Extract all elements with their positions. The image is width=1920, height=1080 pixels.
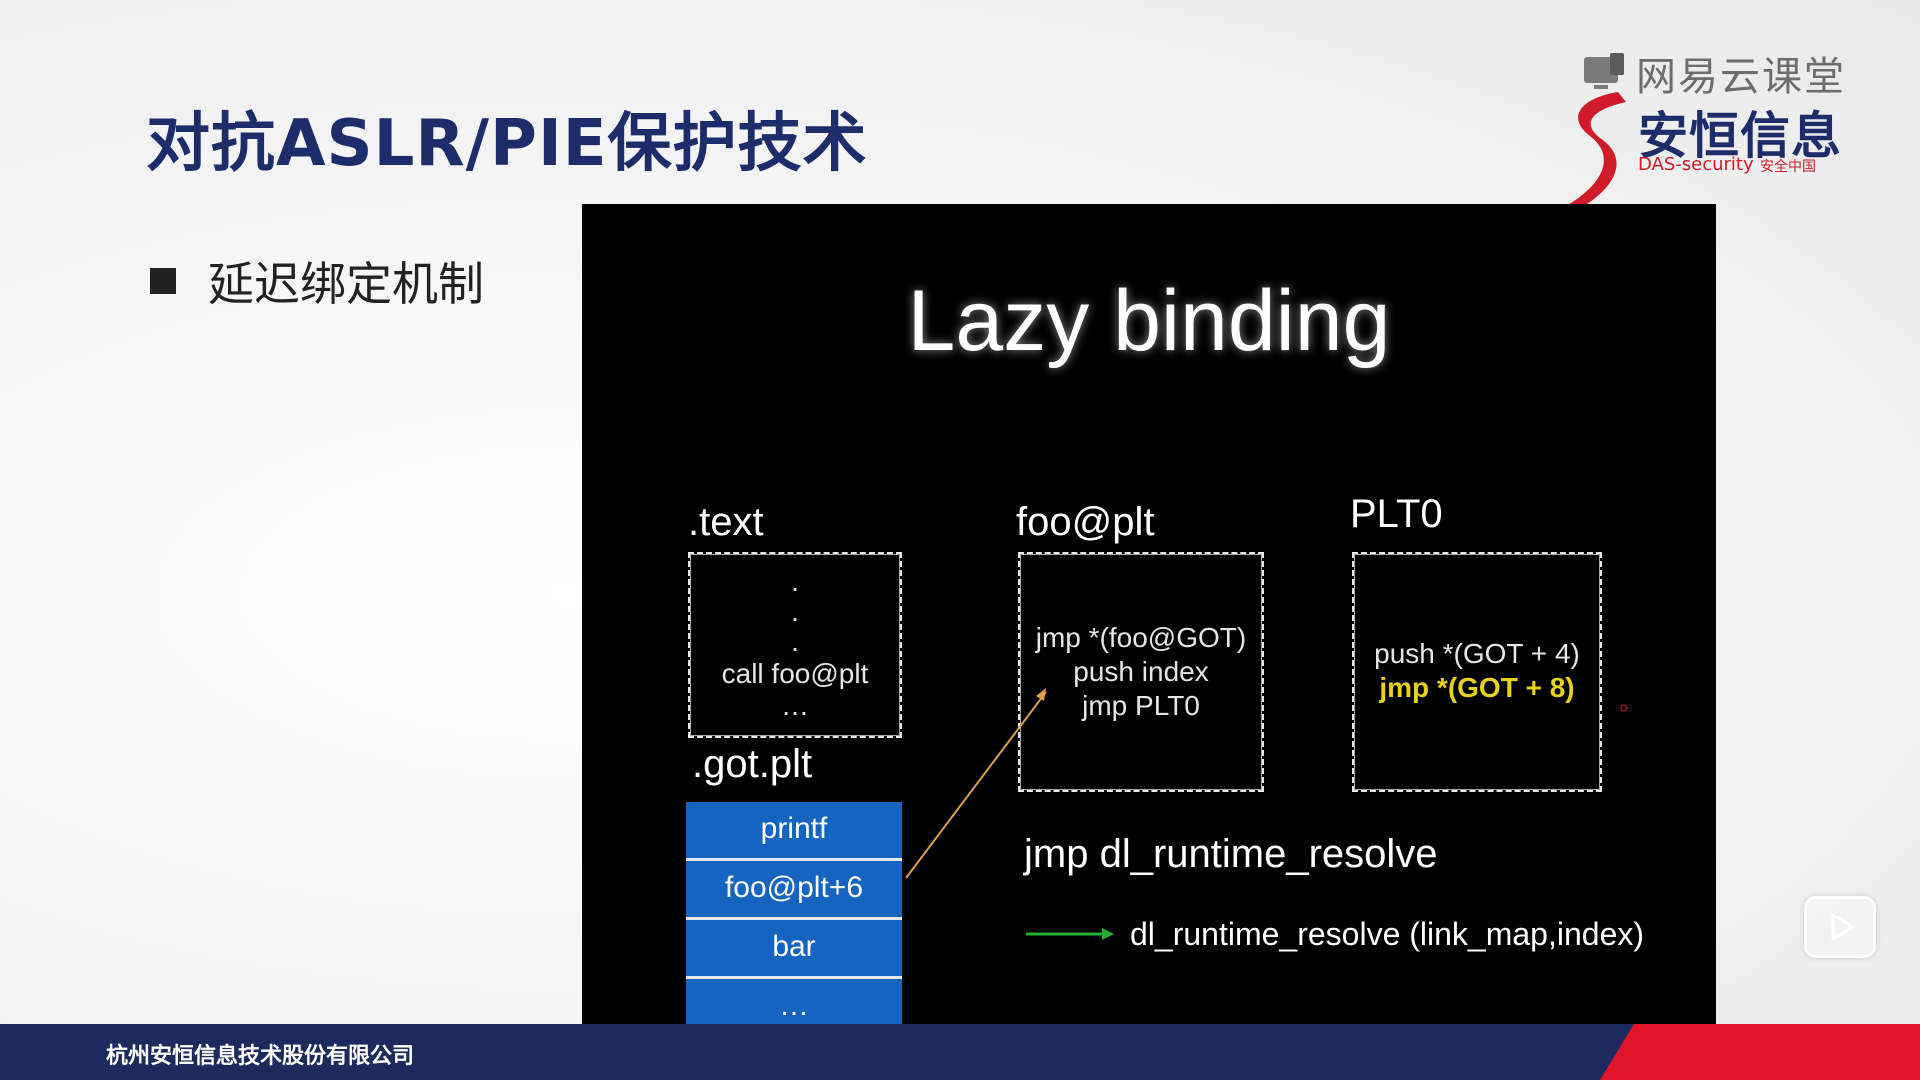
brand-sub-cn: 安全中国 bbox=[1760, 159, 1816, 175]
resolve-call-text: dl_runtime_resolve (link_map,index) bbox=[1130, 916, 1645, 952]
page-title: 对抗ASLR/PIE保护技术 bbox=[146, 107, 868, 181]
arrows-layer bbox=[905, 688, 1628, 940]
play-icon bbox=[1831, 913, 1855, 941]
footer-company: 杭州安恒信息技术股份有限公司 bbox=[106, 1044, 415, 1069]
logo: 网易云课堂 安恒信息 DAS-security 安全中国 bbox=[1560, 44, 1890, 212]
footer-accent bbox=[1600, 1024, 1920, 1080]
platform-name: 网易云课堂 bbox=[1636, 54, 1846, 100]
embedded-slide: Lazy binding .text . . . call foo@plt … … bbox=[582, 204, 1716, 1024]
play-button[interactable] bbox=[1804, 896, 1876, 958]
brand-sub-en: DAS-security bbox=[1638, 154, 1754, 175]
footer-bar: 杭州安恒信息技术股份有限公司 bbox=[0, 1024, 1920, 1080]
bullet-item: 延迟绑定机制 bbox=[150, 248, 484, 314]
bullet-square-icon bbox=[150, 268, 176, 294]
orange-arrowhead-icon bbox=[1036, 688, 1046, 701]
bullet-text: 延迟绑定机制 bbox=[208, 257, 484, 311]
cursor-dot-icon bbox=[1620, 704, 1628, 712]
green-arrowhead-icon bbox=[1102, 928, 1114, 940]
resolve-jump-text: jmp dl_runtime_resolve bbox=[1024, 832, 1438, 876]
